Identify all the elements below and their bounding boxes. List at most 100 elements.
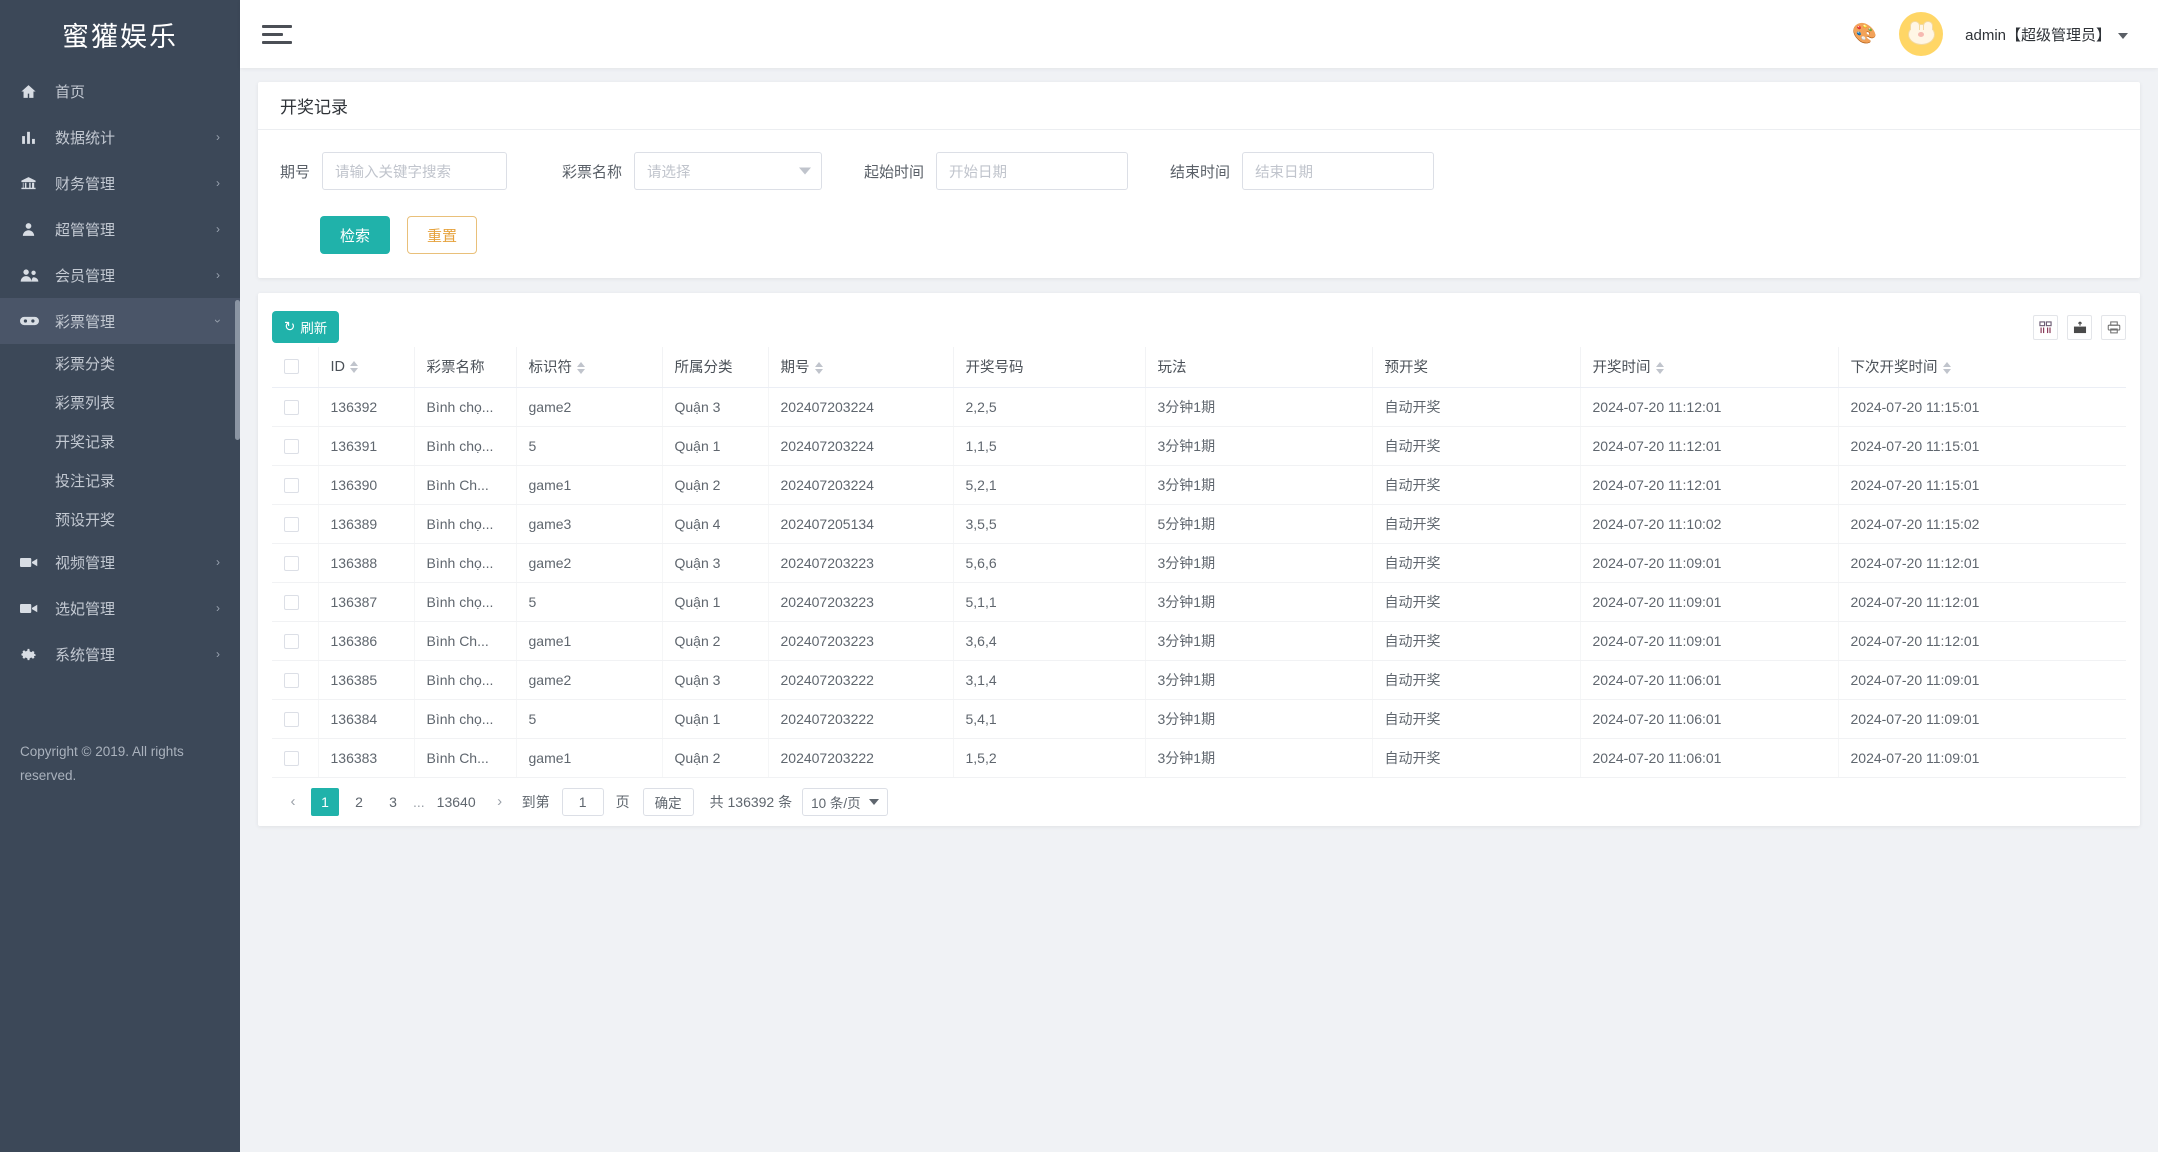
goto-page-input[interactable]: 1 (562, 788, 604, 816)
sidebar-item-members[interactable]: 会员管理 › (0, 252, 240, 298)
video-icon (20, 553, 44, 571)
sort-icon[interactable] (1656, 362, 1664, 374)
cell-period: 202407203222 (768, 660, 953, 699)
row-select-cell (272, 738, 318, 777)
sidebar-item-label: 超管管理 (55, 219, 216, 240)
cell-next-draw-time: 2024-07-20 11:09:01 (1838, 660, 2126, 699)
sidebar-scrollbar[interactable] (235, 300, 240, 440)
sidebar-item-lottery-category[interactable]: 彩票分类 (0, 344, 240, 383)
table-row[interactable]: 136385Bình chọ...game2Quận 3202407203222… (272, 660, 2126, 699)
table-row[interactable]: 136391Bình chọ...5Quận 12024072032241,1,… (272, 426, 2126, 465)
sidebar-item-system[interactable]: 系统管理 › (0, 631, 240, 677)
start-date-input[interactable]: 开始日期 (936, 152, 1128, 190)
row-select-cell (272, 426, 318, 465)
cell-pre-draw: 自动开奖 (1372, 426, 1580, 465)
table-tool-icons (2033, 315, 2126, 340)
bar-chart-icon (20, 128, 44, 146)
table-row[interactable]: 136388Bình chọ...game2Quận 3202407203223… (272, 543, 2126, 582)
row-checkbox[interactable] (284, 400, 299, 415)
table-row[interactable]: 136384Bình chọ...5Quận 12024072032225,4,… (272, 699, 2126, 738)
cell-draw-numbers: 3,6,4 (953, 621, 1145, 660)
table-row[interactable]: 136392Bình chọ...game2Quận 3202407203224… (272, 387, 2126, 426)
row-checkbox[interactable] (284, 673, 299, 688)
row-checkbox[interactable] (284, 556, 299, 571)
select-all-checkbox[interactable] (284, 359, 299, 374)
refresh-button[interactable]: ↻ 刷新 (272, 311, 339, 343)
table-row[interactable]: 136383Bình Ch...game1Quận 22024072032221… (272, 738, 2126, 777)
palette-icon[interactable]: 🎨 (1852, 24, 1877, 44)
goto-suffix-label: 页 (616, 792, 630, 812)
col-period[interactable]: 期号 (768, 347, 953, 387)
col-next-draw-time[interactable]: 下次开奖时间 (1838, 347, 2126, 387)
col-category: 所属分类 (662, 347, 768, 387)
page-size-value: 10 条/页 (811, 792, 861, 812)
sidebar-item-lottery[interactable]: 彩票管理 › (0, 298, 240, 344)
export-icon[interactable] (2067, 315, 2092, 340)
cell-draw-numbers: 5,2,1 (953, 465, 1145, 504)
sidebar-item-concubine[interactable]: 选妃管理 › (0, 585, 240, 631)
table-row[interactable]: 136389Bình chọ...game3Quận 4202407205134… (272, 504, 2126, 543)
period-input[interactable]: 请输入关键字搜索 (322, 152, 507, 190)
username-menu[interactable]: admin【超级管理员】 (1965, 24, 2128, 45)
sidebar-item-video[interactable]: 视频管理 › (0, 539, 240, 585)
cell-pre-draw: 自动开奖 (1372, 738, 1580, 777)
chevron-right-icon: › (216, 648, 220, 660)
page-button-1[interactable]: 1 (311, 788, 339, 816)
cell-draw-numbers: 5,6,6 (953, 543, 1145, 582)
columns-icon[interactable] (2033, 315, 2058, 340)
sidebar-item-preset-draw[interactable]: 预设开奖 (0, 500, 240, 539)
page-button-last[interactable]: 13640 (431, 788, 482, 816)
row-checkbox[interactable] (284, 439, 299, 454)
table-row[interactable]: 136390Bình Ch...game1Quận 22024072032245… (272, 465, 2126, 504)
row-select-cell (272, 699, 318, 738)
row-checkbox[interactable] (284, 517, 299, 532)
next-page-button[interactable]: › (485, 788, 515, 816)
cell-playtype: 3分钟1期 (1145, 426, 1372, 465)
avatar[interactable] (1899, 12, 1943, 56)
sort-icon[interactable] (1943, 362, 1951, 374)
page-size-select[interactable]: 10 条/页 (802, 788, 888, 816)
cell-draw-time: 2024-07-20 11:12:01 (1580, 387, 1838, 426)
row-checkbox[interactable] (284, 751, 299, 766)
row-checkbox[interactable] (284, 712, 299, 727)
row-checkbox[interactable] (284, 595, 299, 610)
sort-icon[interactable] (815, 362, 823, 374)
table-row[interactable]: 136386Bình Ch...game1Quận 22024072032233… (272, 621, 2126, 660)
sidebar-item-lottery-list[interactable]: 彩票列表 (0, 383, 240, 422)
print-icon[interactable] (2101, 315, 2126, 340)
cell-next-draw-time: 2024-07-20 11:15:01 (1838, 426, 2126, 465)
page-button-2[interactable]: 2 (345, 788, 373, 816)
page-button-3[interactable]: 3 (379, 788, 407, 816)
search-button[interactable]: 检索 (320, 216, 390, 254)
cell-next-draw-time: 2024-07-20 11:12:01 (1838, 543, 2126, 582)
cell-next-draw-time: 2024-07-20 11:12:01 (1838, 621, 2126, 660)
lottery-name-select[interactable]: 请选择 (634, 152, 822, 190)
table-row[interactable]: 136387Bình chọ...5Quận 12024072032235,1,… (272, 582, 2126, 621)
cell-lottery-name: Bình chọ... (414, 660, 516, 699)
end-date-input[interactable]: 结束日期 (1242, 152, 1434, 190)
select-all-header (272, 347, 318, 387)
row-checkbox[interactable] (284, 634, 299, 649)
table-header-row: ID 彩票名称 标识符 所属分类 期号 开奖号码 玩法 预开奖 开奖时间 下次开… (272, 347, 2126, 387)
sort-icon[interactable] (350, 361, 358, 373)
reset-button[interactable]: 重置 (407, 216, 477, 254)
col-identifier[interactable]: 标识符 (516, 347, 662, 387)
col-id[interactable]: ID (318, 347, 414, 387)
lottery-name-value: 请选择 (647, 161, 691, 182)
sidebar-item-home[interactable]: 首页 (0, 68, 240, 114)
sort-icon[interactable] (577, 362, 585, 374)
menu-toggle-icon[interactable] (262, 20, 292, 49)
col-draw-time[interactable]: 开奖时间 (1580, 347, 1838, 387)
sidebar-item-label: 系统管理 (55, 644, 216, 665)
sidebar-item-statistics[interactable]: 数据统计 › (0, 114, 240, 160)
cell-category: Quận 3 (662, 660, 768, 699)
content-area: 开奖记录 期号 请输入关键字搜索 彩票名称 请选择 (240, 68, 2158, 1152)
row-checkbox[interactable] (284, 478, 299, 493)
sidebar-item-finance[interactable]: 财务管理 › (0, 160, 240, 206)
prev-page-button[interactable]: ‹ (278, 788, 308, 816)
goto-confirm-button[interactable]: 确定 (643, 788, 694, 816)
sidebar-item-admin[interactable]: 超管管理 › (0, 206, 240, 252)
sidebar-item-bet-records[interactable]: 投注记录 (0, 461, 240, 500)
sidebar-item-label: 数据统计 (55, 127, 216, 148)
sidebar-item-draw-records[interactable]: 开奖记录 (0, 422, 240, 461)
